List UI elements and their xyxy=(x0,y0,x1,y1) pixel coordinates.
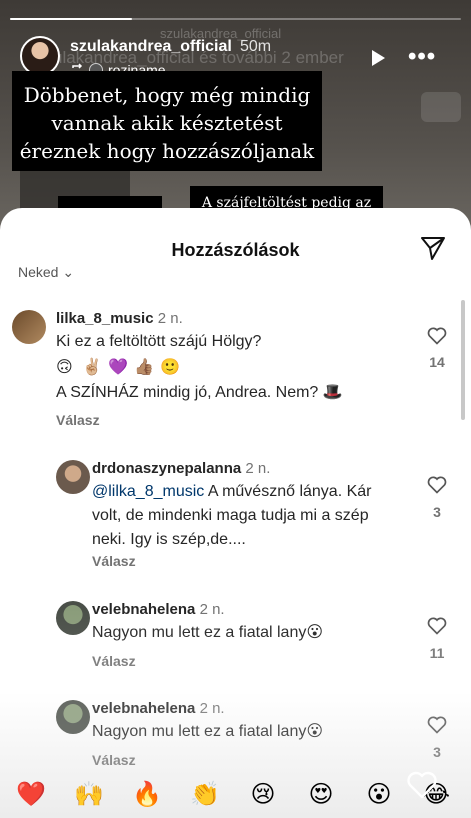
comment-avatar[interactable] xyxy=(56,601,90,635)
reaction-fire-button[interactable]: 🔥 xyxy=(132,780,162,810)
emoji: 🙃 xyxy=(56,358,73,376)
comment-username[interactable]: velebnahelena 2 n. xyxy=(92,601,225,618)
like-count: 11 xyxy=(429,645,445,661)
more-options-icon[interactable]: ••• xyxy=(408,45,438,69)
story-caption-main: Döbbenet, hogy még mindig vannak akik ké… xyxy=(12,71,322,171)
like-heart-icon[interactable] xyxy=(427,715,447,735)
emoji: 👍🏽 xyxy=(134,358,154,376)
like-count: 14 xyxy=(429,354,445,370)
filter-label: Neked xyxy=(18,264,59,280)
reply-button[interactable]: Válasz xyxy=(92,553,136,569)
emoji: ✌🏼 xyxy=(82,358,102,376)
comments-sheet: Neked ⌄ Hozzászólások lilka_8_music 2 n.… xyxy=(0,208,471,818)
story-time: 50m xyxy=(240,38,272,55)
story-progress-bar xyxy=(10,18,461,20)
like-count: 3 xyxy=(433,744,441,760)
share-icon[interactable] xyxy=(420,235,446,261)
reaction-heart-eyes-button[interactable]: 😍 xyxy=(306,780,336,810)
reaction-clap-button[interactable]: 👏 xyxy=(190,780,220,810)
reaction-surprised-button[interactable]: 😮 xyxy=(364,780,394,810)
avatar[interactable] xyxy=(20,36,60,76)
background-photo-detail xyxy=(421,92,461,122)
emoji: 🙂 xyxy=(160,358,180,376)
comment-text: @lilka_8_music A művésznő lánya. Kár xyxy=(92,483,372,500)
comment-text: volt, de mindenki maga tudja mi a szép xyxy=(92,507,369,524)
comment-avatar[interactable] xyxy=(56,700,90,734)
reaction-raised-hands-button[interactable]: 🙌 xyxy=(74,780,104,810)
comment-username[interactable]: lilka_8_music 2 n. xyxy=(56,310,183,327)
comment-emojis: 🙃 ✌🏼 💜 👍🏽 🙂 xyxy=(56,355,186,379)
reaction-heart-button[interactable]: ❤️ xyxy=(16,780,46,810)
play-icon[interactable] xyxy=(368,48,388,68)
comment-text: A SZÍNHÁZ mindig jó, Andrea. Nem? 🎩 xyxy=(56,384,343,401)
like-story-icon[interactable] xyxy=(406,770,438,800)
reply-button[interactable]: Válasz xyxy=(92,653,136,669)
comment-text: neki. Igy is szép,de.... xyxy=(92,531,246,548)
comment-mention[interactable]: @lilka_8_music xyxy=(92,483,204,500)
reply-button[interactable]: Válasz xyxy=(56,412,100,428)
sheet-title: Hozzászólások xyxy=(171,240,300,260)
comment-avatar[interactable] xyxy=(12,310,46,344)
like-count: 3 xyxy=(433,504,441,520)
like-heart-icon[interactable] xyxy=(427,616,447,636)
comment-text: Nagyon mu lett ez a fiatal lany😮 xyxy=(92,723,324,740)
comments-filter[interactable]: Neked ⌄ xyxy=(18,264,74,281)
story-username[interactable]: szulakandrea_official xyxy=(70,38,232,56)
comment-text: Nagyon mu lett ez a fiatal lany😮 xyxy=(92,624,324,641)
reply-button[interactable]: Válasz xyxy=(92,752,136,768)
emoji: 💜 xyxy=(108,358,128,376)
comment-avatar[interactable] xyxy=(56,460,90,494)
like-heart-icon[interactable] xyxy=(427,326,447,346)
comment-text: Ki ez a feltöltött szájú Hölgy? xyxy=(56,333,262,350)
story-progress-fill xyxy=(10,18,132,20)
comments-scrollbar[interactable] xyxy=(461,300,465,420)
reaction-bar: ❤️ 🙌 🔥 👏 😢 😍 😮 😂 xyxy=(0,770,471,818)
like-heart-icon[interactable] xyxy=(427,475,447,495)
comment-username[interactable]: drdonaszynepalanna 2 n. xyxy=(92,460,270,477)
comment-username[interactable]: velebnahelena 2 n. xyxy=(92,700,225,717)
reaction-crying-button[interactable]: 😢 xyxy=(248,780,278,810)
